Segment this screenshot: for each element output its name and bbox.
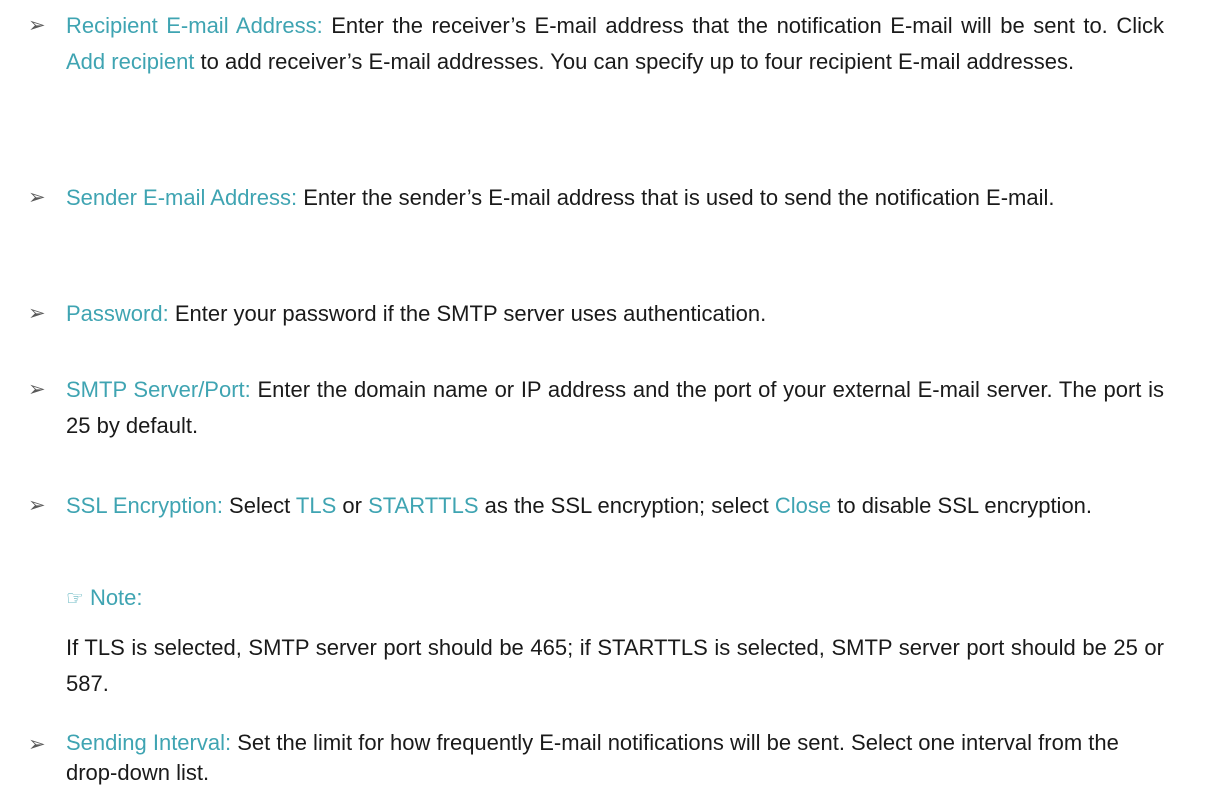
- item-text: Enter the sender’s E-mail address that i…: [297, 185, 1055, 210]
- term-smtp-server-port: SMTP Server/Port:: [66, 377, 251, 402]
- bullet-arrow-icon: ➢: [28, 186, 46, 209]
- item-text: as the SSL encryption; select: [478, 493, 775, 518]
- list-item-body: Sender E-mail Address: Enter the sender’…: [66, 180, 1164, 216]
- bullet-arrow-icon: ➢: [28, 302, 46, 325]
- item-text: Select: [222, 493, 296, 518]
- term-ssl-encryption: SSL Encryption:: [66, 493, 223, 518]
- term-sending-interval: Sending Interval:: [66, 730, 232, 755]
- bullet-arrow-icon: ➢: [28, 14, 46, 37]
- note-label: Note:: [89, 585, 143, 610]
- bullet-arrow-icon: ➢: [28, 378, 46, 401]
- document-page: ➢ Recipient E-mail Address: Enter the re…: [0, 0, 1230, 796]
- list-item-body: Password: Enter your password if the SMT…: [66, 296, 1164, 332]
- list-item-body: Sending Interval: Set the limit for how …: [66, 728, 1146, 788]
- item-text: Enter the receiver’s E-mail address that…: [322, 13, 1164, 38]
- term-sender-email: Sender E-mail Address:: [66, 185, 298, 210]
- note-text: If TLS is selected, SMTP server port sho…: [66, 635, 1164, 696]
- list-item-body: SSL Encryption: Select TLS or STARTTLS a…: [66, 488, 1164, 524]
- term-recipient-email: Recipient E-mail Address:: [66, 13, 323, 38]
- item-text: to add receiver’s E-mail addresses. You …: [194, 49, 1075, 74]
- item-text: to disable SSL encryption.: [831, 493, 1093, 518]
- item-text: or: [336, 493, 369, 518]
- list-item-body: Recipient E-mail Address: Enter the rece…: [66, 8, 1164, 80]
- term-tls: TLS: [295, 493, 337, 518]
- item-text: Enter your password if the SMTP server u…: [168, 301, 767, 326]
- bullet-arrow-icon: ➢: [28, 733, 46, 756]
- term-add-recipient: Add recipient: [66, 49, 195, 74]
- term-password: Password:: [66, 301, 169, 326]
- note-heading: ☞ Note:: [66, 580, 143, 617]
- pointing-hand-icon: ☞: [66, 588, 84, 610]
- bullet-arrow-icon: ➢: [28, 494, 46, 517]
- term-close: Close: [774, 493, 832, 518]
- list-item-body: SMTP Server/Port: Enter the domain name …: [66, 372, 1164, 444]
- term-starttls: STARTTLS: [368, 493, 479, 518]
